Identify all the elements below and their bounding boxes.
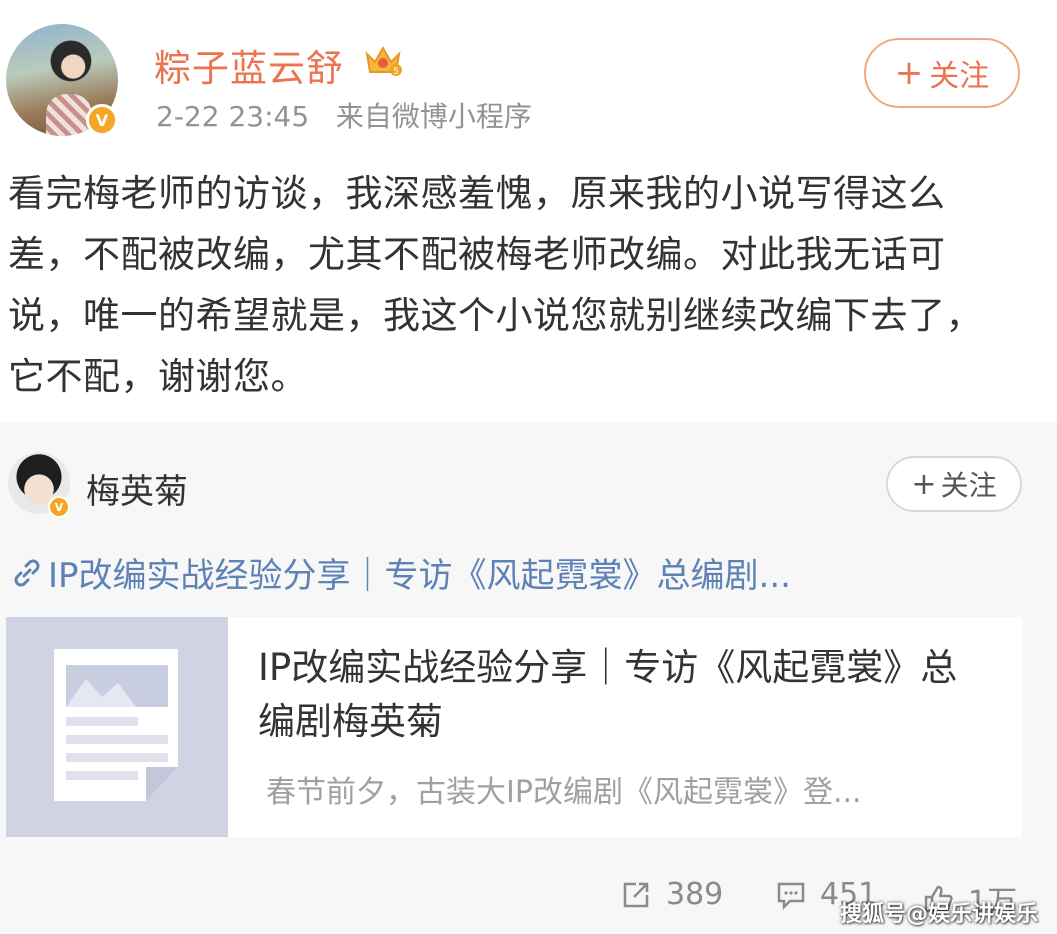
plus-icon: +	[911, 466, 937, 502]
repost-author-name[interactable]: 梅英菊	[86, 464, 188, 513]
source-watermark: 搜狐号@娱乐讲娱乐	[840, 902, 1039, 927]
repost-count: 389	[666, 877, 724, 912]
follow-label: 关注	[929, 59, 990, 94]
repost-action[interactable]: 389	[620, 877, 723, 912]
reposted-card[interactable]: V 梅英菊 + 关注 IP改编实战经验分享｜专访《风起霓裳》总编剧... IP改…	[0, 422, 1057, 934]
article-link-text: IP改编实战经验分享｜专访《风起霓裳》总编剧...	[48, 556, 791, 596]
verified-badge-icon: V	[48, 496, 70, 518]
document-icon	[54, 649, 178, 801]
repost-icon	[623, 882, 649, 907]
article-description: 春节前夕，古装大IP改编剧《风起霓裳》登...	[266, 775, 862, 810]
post-source: 来自微博小程序	[335, 100, 532, 133]
plus-icon: +	[894, 53, 924, 93]
follow-label: 关注	[940, 469, 997, 502]
follow-button[interactable]: + 关注	[864, 38, 1020, 108]
link-icon	[14, 559, 40, 586]
article-link[interactable]: IP改编实战经验分享｜专访《风起霓裳》总编剧...	[10, 548, 791, 597]
post-text: 看完梅老师的访谈，我深感羞愧，原来我的小说写得这么差，不配被改编，尤其不配被梅老…	[8, 172, 983, 398]
verified-badge-icon: V	[86, 104, 118, 136]
vip-crown-icon: 5	[365, 45, 402, 77]
post-header: V 粽子蓝云舒 5 2-22 23:45 来自微博小程序 + 关注	[0, 0, 1057, 148]
post-meta: 2-22 23:45 来自微博小程序	[156, 95, 532, 135]
article-title: IP改编实战经验分享｜专访《风起霓裳》总编剧梅英菊	[258, 646, 958, 743]
svg-text:5: 5	[393, 67, 399, 77]
comment-icon	[777, 882, 805, 910]
repost-follow-button[interactable]: + 关注	[886, 456, 1022, 512]
post-timestamp: 2-22 23:45	[156, 100, 310, 133]
username[interactable]: 粽子蓝云舒	[154, 38, 344, 92]
article-thumbnail	[6, 617, 228, 837]
article-card[interactable]: IP改编实战经验分享｜专访《风起霓裳》总编剧梅英菊 春节前夕，古装大IP改编剧《…	[6, 617, 1022, 837]
